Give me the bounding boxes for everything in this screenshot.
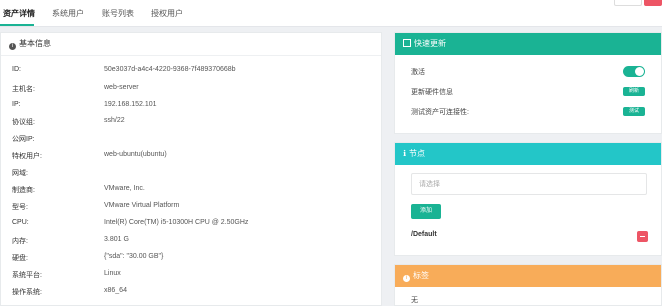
info-label-protocols: 协议组: — [12, 119, 35, 126]
info-value-ip: 192.168.152.101 — [104, 101, 157, 108]
labels-title: 标签 — [413, 271, 429, 280]
info-value-os: x86_64 — [104, 287, 127, 294]
active-tab-indicator — [0, 24, 34, 26]
quick-update-panel: 快速更新 激活 更新硬件信息 刷新 测试资产可连接性: 测试 — [394, 32, 662, 134]
info-value-hostname: web-server — [104, 84, 139, 91]
nodes-title: 节点 — [409, 149, 426, 158]
add-node-button[interactable]: 添加 — [411, 204, 441, 219]
node-path: /Default — [411, 231, 437, 238]
info-label-cpu: CPU: — [12, 219, 29, 226]
basic-info-header: i 基本信息 — [1, 33, 381, 56]
tab-asset-detail[interactable]: 资产详情 — [3, 8, 35, 19]
info-circle-icon: i — [9, 43, 16, 50]
edit-icon — [403, 39, 411, 47]
top-delete-button[interactable] — [644, 0, 662, 6]
labels-header: i 标签 — [395, 265, 661, 287]
node-select[interactable]: 请选择 — [411, 173, 647, 195]
tab-bar: 资产详情 系统用户 账号列表 授权用户 — [0, 0, 662, 27]
info-value-admin-user: web-ubuntu(ubuntu) — [104, 151, 167, 158]
tab-authorized-users[interactable]: 授权用户 — [151, 8, 183, 19]
info-label-vendor: 制造商: — [12, 187, 35, 194]
info-value-id: 50e3037d-a4c4-4220-9368-7f489370668b — [104, 66, 236, 73]
info-label-platform: 系统平台: — [12, 272, 42, 279]
refresh-hardware-button[interactable]: 刷新 — [623, 87, 645, 96]
quick-update-title: 快速更新 — [414, 39, 446, 48]
tab-system-users[interactable]: 系统用户 — [52, 8, 84, 19]
info-value-disk: {"sda": "30.00 GB"} — [104, 253, 164, 260]
info-label-admin-user: 特权用户: — [12, 153, 42, 160]
quick-update-header: 快速更新 — [395, 33, 661, 55]
info-value-vendor: VMware, Inc. — [104, 185, 145, 192]
info-label-memory: 内存: — [12, 238, 28, 245]
tab-account-list[interactable]: 账号列表 — [102, 8, 134, 19]
info-icon: ℹ — [403, 149, 407, 158]
info-circle-icon: i — [403, 275, 410, 282]
info-label-model: 型号: — [12, 204, 28, 211]
info-value-model: VMware Virtual Platform — [104, 202, 180, 209]
active-label: 激活 — [411, 69, 425, 76]
info-value-cpu: Intel(R) Core(TM) i5-10300H CPU @ 2.50GH… — [104, 219, 249, 226]
info-label-os: 操作系统: — [12, 289, 42, 296]
nodes-header: ℹ 节点 — [395, 143, 661, 165]
active-toggle[interactable] — [623, 66, 645, 77]
info-value-memory: 3.801 G — [104, 236, 129, 243]
info-value-protocols: ssh/22 — [104, 117, 125, 124]
info-label-domain: 网域: — [12, 170, 28, 177]
info-label-disk: 硬盘: — [12, 255, 28, 262]
info-value-platform: Linux — [104, 270, 121, 277]
test-connectivity-label: 测试资产可连接性: — [411, 109, 469, 116]
basic-info-title: 基本信息 — [19, 39, 51, 48]
top-action-button[interactable] — [614, 0, 642, 6]
info-label-public-ip: 公网IP: — [12, 136, 35, 143]
info-label-ip: IP: — [12, 101, 21, 108]
refresh-hardware-label: 更新硬件信息 — [411, 89, 453, 96]
info-label-id: ID: — [12, 66, 21, 73]
remove-node-button[interactable] — [637, 231, 648, 242]
labels-panel: i 标签 无 — [394, 264, 662, 306]
test-connectivity-button[interactable]: 测试 — [623, 107, 645, 116]
nodes-panel: ℹ 节点 请选择 添加 /Default — [394, 142, 662, 256]
basic-info-panel: i 基本信息 — [0, 32, 382, 306]
info-label-hostname: 主机名: — [12, 86, 35, 93]
